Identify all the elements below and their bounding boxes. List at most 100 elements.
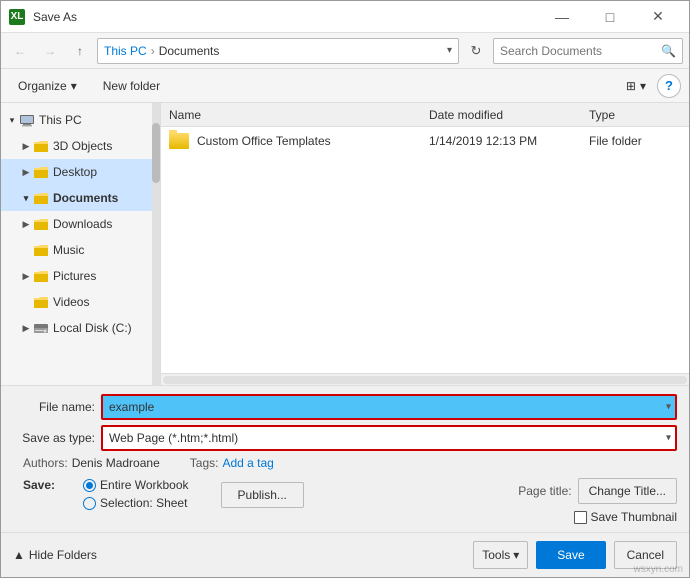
new-folder-button[interactable]: New folder <box>94 73 169 99</box>
view-icon: ⊞ <box>626 79 636 93</box>
refresh-button[interactable]: ↻ <box>463 38 489 64</box>
folder-icon-documents <box>33 190 49 206</box>
page-title-row: Page title: Change Title... <box>518 478 677 504</box>
sidebar-item-label-music: Music <box>53 243 84 257</box>
authors-label: Authors: <box>23 456 68 470</box>
sidebar-item-label-desktop: Desktop <box>53 165 97 179</box>
sidebar-item-pictures[interactable]: ▶ Pictures <box>1 263 160 289</box>
h-scroll-track[interactable] <box>163 376 687 384</box>
sidebar-item-documents[interactable]: ▾ Documents <box>1 185 160 211</box>
meta-row: Authors: Denis Madroane Tags: Add a tag <box>13 456 677 470</box>
sidebar-scrollbar-thumb[interactable] <box>152 123 160 183</box>
search-icon: 🔍 <box>661 44 676 58</box>
selection-sheet-option[interactable]: Selection: Sheet <box>83 496 188 510</box>
pc-icon <box>19 112 35 128</box>
file-name: Custom Office Templates <box>197 134 429 148</box>
tools-button[interactable]: Tools ▾ <box>473 541 528 569</box>
breadcrumb[interactable]: This PC › Documents ▾ <box>97 38 459 64</box>
sidebar-item-label-videos: Videos <box>53 295 89 309</box>
maximize-button[interactable]: □ <box>587 1 633 33</box>
horizontal-scrollbar[interactable] <box>161 373 689 385</box>
forward-button[interactable]: → <box>37 38 63 64</box>
watermark: wsxyn.com <box>634 564 683 575</box>
filename-input[interactable] <box>101 394 677 420</box>
filename-input-wrapper: ▾ <box>101 394 677 420</box>
save-thumbnail-checkbox[interactable] <box>574 511 587 524</box>
save-options: Entire Workbook Selection: Sheet <box>83 478 188 510</box>
footer: ▲ Hide Folders Tools ▾ Save Cancel <box>1 532 689 577</box>
sidebar-item-3d-objects[interactable]: ▶ 3D Objects <box>1 133 160 159</box>
tools-label: Tools <box>482 548 510 562</box>
column-type[interactable]: Type <box>589 108 689 122</box>
column-name[interactable]: Name <box>161 108 429 122</box>
sidebar-scrollbar[interactable] <box>152 103 160 385</box>
sidebar-item-downloads[interactable]: ▶ Downloads <box>1 211 160 237</box>
column-date-modified[interactable]: Date modified <box>429 108 589 122</box>
sidebar-item-label-local-disk: Local Disk (C:) <box>53 321 132 335</box>
folder-icon-desktop <box>33 164 49 180</box>
view-button[interactable]: ⊞ ▾ <box>617 73 655 99</box>
search-input[interactable] <box>500 44 661 58</box>
file-folder-icon <box>169 133 189 149</box>
up-button[interactable]: ↑ <box>67 38 93 64</box>
sidebar-item-label-this-pc: This PC <box>39 113 82 127</box>
tree-arrow-documents: ▾ <box>19 191 33 205</box>
organize-button[interactable]: Organize ▾ <box>9 73 86 99</box>
tree-arrow-downloads: ▶ <box>19 217 33 231</box>
publish-button[interactable]: Publish... <box>221 482 304 508</box>
tree-arrow-desktop: ▶ <box>19 165 33 179</box>
file-type: File folder <box>589 134 689 148</box>
save-label-area: Save: <box>23 478 61 492</box>
organize-arrow-icon: ▾ <box>71 79 77 93</box>
page-title-label: Page title: <box>518 484 571 498</box>
selection-sheet-label: Selection: Sheet <box>100 496 187 510</box>
title-bar: XL Save As — □ ✕ <box>1 1 689 33</box>
tools-dropdown-icon: ▾ <box>513 548 519 562</box>
entire-workbook-option[interactable]: Entire Workbook <box>83 478 188 492</box>
save-section: Save: Entire Workbook Selection: Sheet P… <box>13 478 677 524</box>
sidebar: ▾ This PC ▶ 3D Objects <box>1 103 161 385</box>
file-date: 1/14/2019 12:13 PM <box>429 134 589 148</box>
breadcrumb-this-pc[interactable]: This PC <box>104 44 147 58</box>
table-row[interactable]: Custom Office Templates 1/14/2019 12:13 … <box>161 127 689 155</box>
selection-sheet-radio[interactable] <box>83 497 96 510</box>
sidebar-item-music[interactable]: ▶ Music <box>1 237 160 263</box>
breadcrumb-current: Documents <box>159 44 220 58</box>
savetype-select-wrapper: Web Page (*.htm;*.html) ▾ <box>101 425 677 451</box>
save-button[interactable]: Save <box>536 541 605 569</box>
back-button[interactable]: ← <box>7 38 33 64</box>
save-label: Save: <box>23 478 55 492</box>
main-content: ▾ This PC ▶ 3D Objects <box>1 103 689 385</box>
sidebar-item-label-documents: Documents <box>53 191 118 205</box>
sidebar-item-desktop[interactable]: ▶ Desktop <box>1 159 160 185</box>
breadcrumb-dropdown-arrow[interactable]: ▾ <box>447 45 452 56</box>
sidebar-item-videos[interactable]: ▶ Videos <box>1 289 160 315</box>
app-icon: XL <box>9 9 25 25</box>
help-button[interactable]: ? <box>657 74 681 98</box>
sidebar-item-local-disk[interactable]: ▶ Local Disk (C:) <box>1 315 160 341</box>
tree-arrow-3d-objects: ▶ <box>19 139 33 153</box>
savetype-select[interactable]: Web Page (*.htm;*.html) <box>101 425 677 451</box>
toolbar: Organize ▾ New folder ⊞ ▾ ? <box>1 69 689 103</box>
sidebar-item-this-pc[interactable]: ▾ This PC <box>1 107 160 133</box>
change-title-button[interactable]: Change Title... <box>578 478 677 504</box>
file-list-area: Name Date modified Type Custom Office Te… <box>161 103 689 385</box>
folder-icon-downloads <box>33 216 49 232</box>
add-tag-link[interactable]: Add a tag <box>222 456 273 470</box>
tree-arrow-local-disk: ▶ <box>19 321 33 335</box>
file-list: Custom Office Templates 1/14/2019 12:13 … <box>161 127 689 373</box>
sidebar-item-label-downloads: Downloads <box>53 217 112 231</box>
minimize-button[interactable]: — <box>539 1 585 33</box>
close-button[interactable]: ✕ <box>635 1 681 33</box>
filename-row: File name: ▾ <box>13 394 677 420</box>
authors-value[interactable]: Denis Madroane <box>72 456 160 470</box>
entire-workbook-radio[interactable] <box>83 479 96 492</box>
hide-folders-button[interactable]: ▲ Hide Folders <box>13 548 97 562</box>
folder-icon-3d-objects <box>33 138 49 154</box>
save-thumbnail-label: Save Thumbnail <box>591 510 678 524</box>
drive-icon <box>33 320 49 336</box>
sidebar-item-label-pictures: Pictures <box>53 269 96 283</box>
breadcrumb-separator: › <box>151 44 155 58</box>
search-box[interactable]: 🔍 <box>493 38 683 64</box>
tree-arrow-pictures: ▶ <box>19 269 33 283</box>
